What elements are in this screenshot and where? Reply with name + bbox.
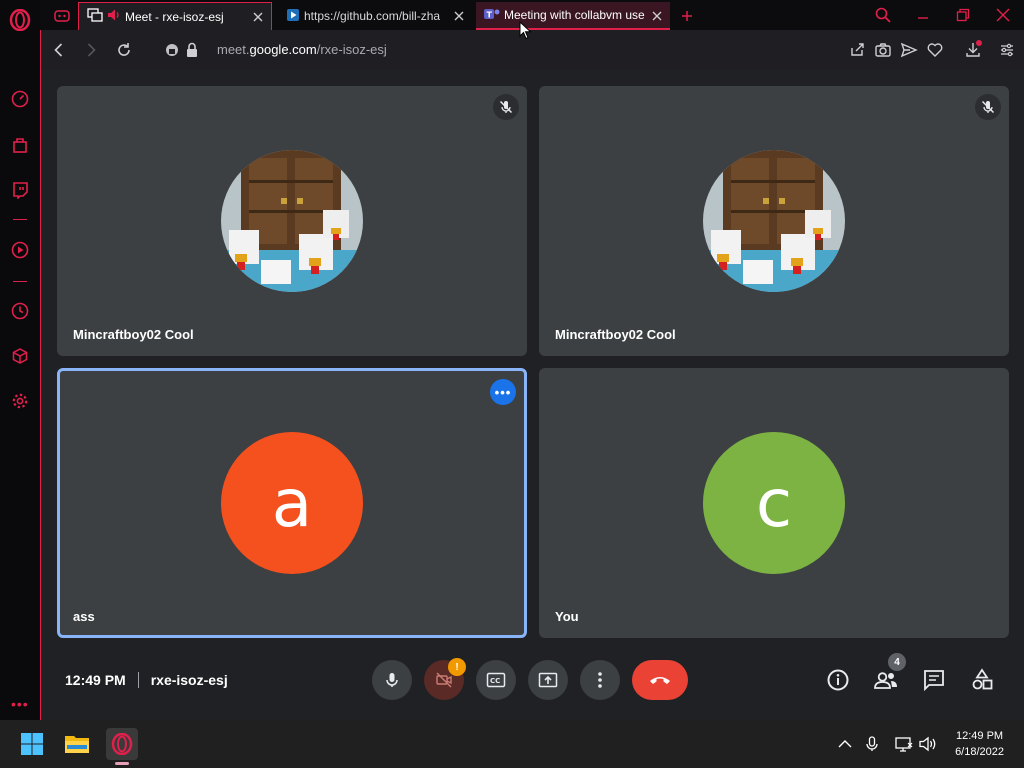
sidebar-divider <box>13 281 27 282</box>
player-icon[interactable] <box>10 240 30 260</box>
minimize-icon[interactable] <box>914 6 932 24</box>
tab-meet[interactable]: Meet - rxe-isoz-esj <box>78 2 272 30</box>
mouse-cursor-icon <box>519 20 533 41</box>
tab-close-icon[interactable] <box>452 9 466 23</box>
avatar-photo <box>221 150 363 292</box>
share-icon[interactable] <box>847 40 867 60</box>
participant-name: You <box>555 609 579 624</box>
participant-tile[interactable]: Mincraftboy02 Cool <box>539 86 1009 356</box>
self-tile[interactable]: c You <box>539 368 1009 638</box>
sidebar-divider <box>13 219 27 220</box>
meeting-code: rxe-isoz-esj <box>150 672 228 688</box>
search-tabs-icon[interactable] <box>874 6 892 24</box>
tab-close-icon[interactable] <box>251 10 265 24</box>
call-controls-bar: 12:49 PM rxe-isoz-esj ! CC 4 <box>41 650 1024 720</box>
twitch-icon[interactable] <box>10 180 30 200</box>
downloads-icon[interactable] <box>963 40 983 60</box>
tab-github[interactable]: https://github.com/bill-zha <box>278 2 472 30</box>
opera-sidebar: ••• <box>0 0 40 720</box>
tab-title: https://github.com/bill-zha <box>304 9 441 23</box>
chat-icon[interactable] <box>920 666 948 694</box>
clock-time: 12:49 PM <box>955 730 1004 742</box>
tab-title: Meet - rxe-isoz-esj <box>125 9 224 24</box>
workspaces-icon[interactable] <box>46 2 76 30</box>
captions-button[interactable]: CC <box>476 660 516 700</box>
participant-tile-speaking[interactable]: ••• a ass <box>57 368 527 638</box>
participants-icon[interactable]: 4 <box>872 653 906 694</box>
meeting-time: 12:49 PM <box>65 672 126 688</box>
participant-tile[interactable]: Mincraftboy02 Cool <box>57 86 527 356</box>
tab-close-icon[interactable] <box>650 9 664 23</box>
avatar-letter: a <box>221 432 363 574</box>
opera-taskbar-icon[interactable] <box>106 728 138 765</box>
lock-icon[interactable] <box>182 40 202 60</box>
settings-gear-icon[interactable] <box>10 391 30 411</box>
audio-playing-icon[interactable] <box>107 8 121 25</box>
bag-icon[interactable] <box>10 135 30 155</box>
sidebar-more-icon[interactable]: ••• <box>11 696 29 712</box>
svg-text:T: T <box>487 10 493 19</box>
extensions-icon[interactable] <box>10 346 30 366</box>
site-favicon-icon <box>286 8 300 25</box>
camera-off-button[interactable]: ! <box>424 658 466 700</box>
tab-title: Meeting with collabvm use <box>504 8 645 22</box>
mic-off-icon <box>975 94 1001 120</box>
participants-count-badge: 4 <box>888 653 906 671</box>
heart-icon[interactable] <box>925 40 945 60</box>
avatar-photo <box>703 150 845 292</box>
forward-icon[interactable] <box>81 40 101 60</box>
more-options-icon[interactable]: ••• <box>490 379 516 405</box>
opera-logo-icon[interactable] <box>9 8 31 32</box>
show-hidden-icons-icon[interactable] <box>835 734 855 754</box>
url-field[interactable]: meet.google.com/rxe-isoz-esj <box>217 42 387 57</box>
restore-icon[interactable] <box>954 6 972 24</box>
participant-name: Mincraftboy02 Cool <box>73 327 194 342</box>
reload-icon[interactable] <box>114 40 134 60</box>
windows-taskbar: 12:49 PM 6/18/2022 <box>0 720 1024 768</box>
speed-dial-icon[interactable] <box>10 89 30 109</box>
avatar-letter: c <box>703 432 845 574</box>
active-app-indicator <box>115 762 129 765</box>
microphone-button[interactable] <box>372 660 412 700</box>
meet-page: Mincraftboy02 Cool Mincraftboy02 Cool ••… <box>40 70 1024 720</box>
present-screen-button[interactable] <box>528 660 568 700</box>
teams-icon: T <box>484 7 500 24</box>
clock-date: 6/18/2022 <box>955 746 1004 758</box>
tab-switcher-icon <box>87 8 103 25</box>
more-options-button[interactable] <box>580 660 620 700</box>
close-window-icon[interactable] <box>994 6 1012 24</box>
activities-icon[interactable] <box>968 666 996 694</box>
microphone-tray-icon[interactable] <box>862 734 882 754</box>
file-explorer-icon[interactable] <box>61 728 93 760</box>
volume-icon[interactable] <box>918 734 938 754</box>
vpn-icon[interactable] <box>162 40 182 60</box>
snapshot-icon[interactable] <box>873 40 893 60</box>
camera-alert-badge: ! <box>448 658 466 676</box>
tab-teams-meeting[interactable]: T Meeting with collabvm use <box>476 2 670 30</box>
leave-call-button[interactable] <box>632 660 688 700</box>
back-icon[interactable] <box>49 40 69 60</box>
svg-text:CC: CC <box>490 677 500 685</box>
easy-setup-icon[interactable] <box>997 40 1017 60</box>
participant-name: Mincraftboy02 Cool <box>555 327 676 342</box>
new-tab-button[interactable] <box>676 2 700 30</box>
start-windows-icon[interactable] <box>16 728 48 760</box>
meeting-info-icon[interactable] <box>824 666 852 694</box>
network-icon[interactable] <box>894 734 914 754</box>
history-icon[interactable] <box>10 301 30 321</box>
mic-off-icon <box>493 94 519 120</box>
send-icon[interactable] <box>899 40 919 60</box>
participant-name: ass <box>73 609 95 624</box>
taskbar-clock[interactable]: 12:49 PM 6/18/2022 <box>955 728 1004 760</box>
meeting-details: 12:49 PM rxe-isoz-esj <box>65 672 228 688</box>
